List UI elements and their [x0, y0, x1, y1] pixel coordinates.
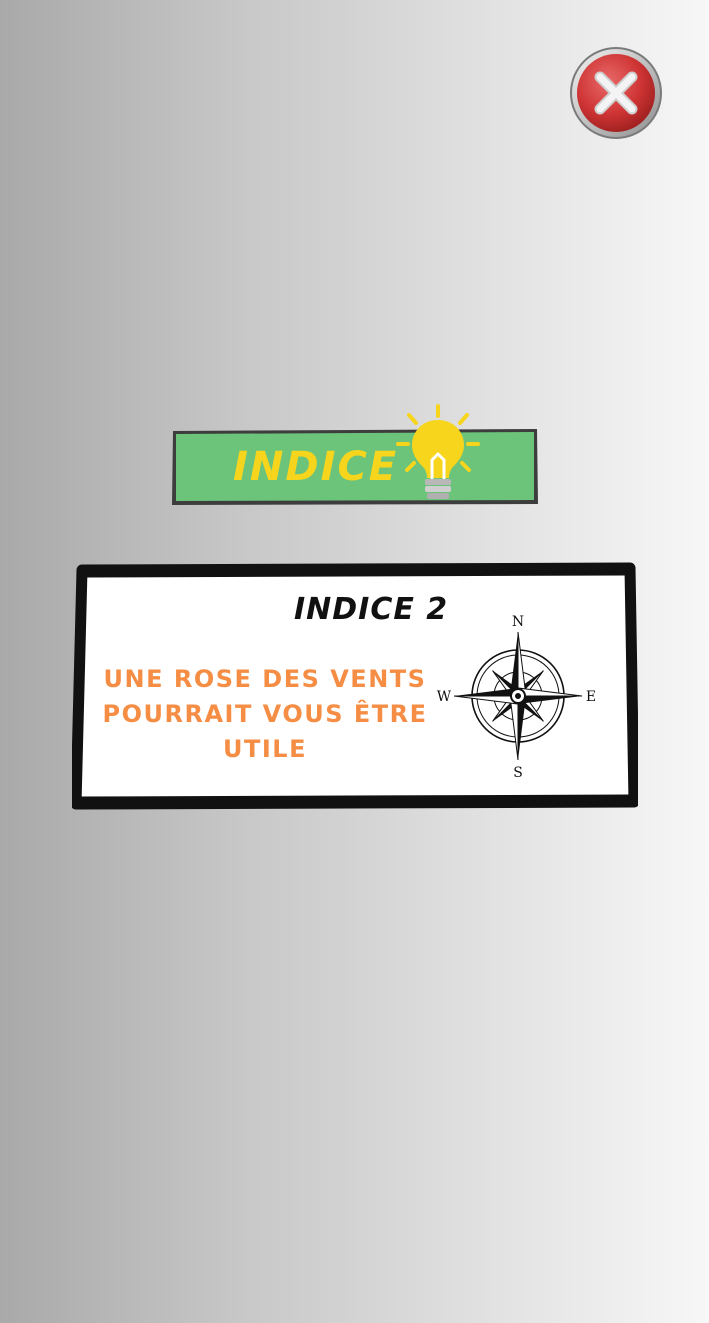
hint-banner: INDICE — [171, 428, 539, 506]
banner-title: INDICE — [233, 444, 399, 490]
compass-north-label: N — [512, 614, 524, 630]
compass-rose-icon: N S E W — [437, 614, 596, 781]
close-x-icon — [570, 47, 662, 139]
hint-card: INDICE 2 UNE ROSE DES VENTS POURRAIT VOU… — [72, 562, 638, 810]
lightbulb-icon — [396, 404, 480, 499]
compass-south-label: S — [513, 765, 523, 781]
compass-east-label: E — [586, 689, 596, 705]
close-button[interactable] — [569, 46, 663, 140]
compass-west-label: W — [437, 689, 452, 705]
hint-text: UNE ROSE DES VENTS POURRAIT VOUS ÊTRE UT… — [102, 665, 428, 763]
